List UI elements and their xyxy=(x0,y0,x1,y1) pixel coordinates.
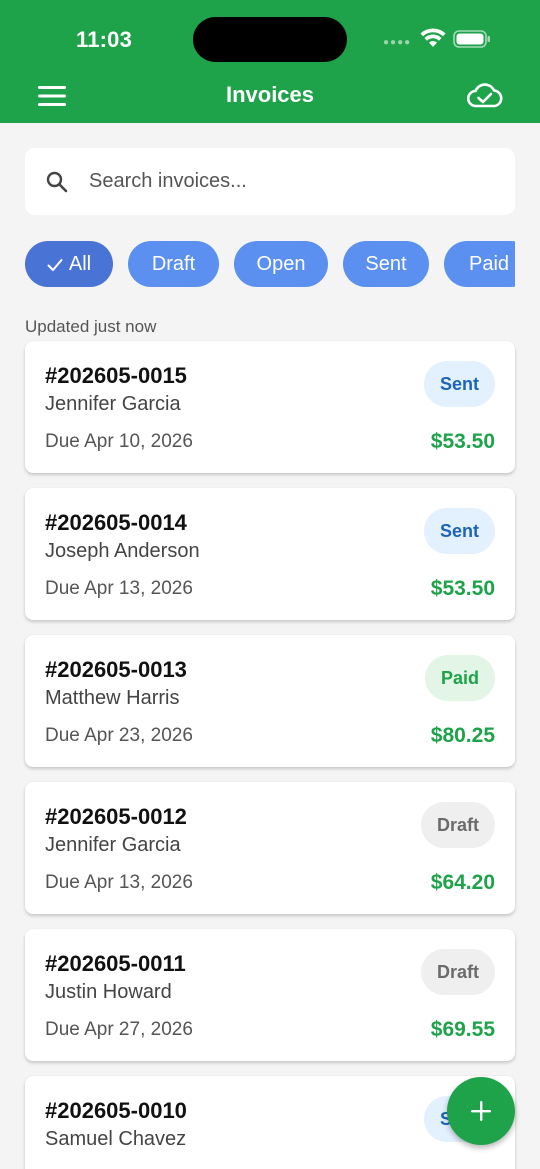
due-date: Due Apr 23, 2026 xyxy=(45,725,193,746)
filter-chip-all[interactable]: All xyxy=(25,241,113,287)
customer-name: Matthew Harris xyxy=(45,687,180,709)
invoice-number: #202605-0012 xyxy=(45,804,187,829)
customer-name: Joseph Anderson xyxy=(45,540,200,562)
due-date: Due Apr 10, 2026 xyxy=(45,431,193,452)
due-date: Due Apr 13, 2026 xyxy=(45,578,193,599)
status-badge: Sent xyxy=(423,508,495,554)
filter-chip-label: Paid xyxy=(468,253,510,275)
add-invoice-button[interactable] xyxy=(447,1077,515,1145)
search-icon xyxy=(46,171,68,193)
status-filter-chips: All Draft Open Sent Paid xyxy=(25,241,515,287)
status-badge: Paid xyxy=(424,655,495,701)
customer-name: Samuel Chavez xyxy=(45,1128,187,1150)
invoice-card[interactable]: #202605-0015 Jennifer Garcia Due Apr 10,… xyxy=(25,341,515,473)
invoice-number: #202605-0010 xyxy=(45,1098,187,1123)
filter-chip-label: Draft xyxy=(151,253,196,275)
wifi-icon xyxy=(420,28,446,47)
search-input[interactable] xyxy=(89,148,499,215)
invoice-amount: $69.55 xyxy=(430,1018,495,1041)
cloud-check-icon xyxy=(466,83,503,108)
customer-name: Justin Howard xyxy=(45,981,172,1003)
invoice-amount: $53.50 xyxy=(430,430,495,453)
app-header: 11:03 ●●●● Invoices xyxy=(0,0,540,123)
due-date: Due Apr 13, 2026 xyxy=(45,872,193,893)
invoice-amount: $80.25 xyxy=(430,724,495,747)
filter-chip-sent[interactable]: Sent xyxy=(343,241,429,287)
invoice-card[interactable]: #202605-0012 Jennifer Garcia Due Apr 13,… xyxy=(25,782,515,914)
customer-name: Jennifer Garcia xyxy=(45,834,181,856)
invoice-number: #202605-0013 xyxy=(45,657,187,682)
battery-icon xyxy=(453,30,490,48)
customer-name: Jennifer Garcia xyxy=(45,393,181,415)
due-date: Due Apr 27, 2026 xyxy=(45,1019,193,1040)
invoice-card[interactable]: #202605-0011 Justin Howard Due Apr 27, 2… xyxy=(25,929,515,1061)
invoice-amount: $53.50 xyxy=(430,577,495,600)
filter-chip-label: Sent xyxy=(365,253,407,275)
status-badge: Sent xyxy=(423,361,495,407)
page-title: Invoices xyxy=(225,82,315,107)
search-bar xyxy=(25,148,515,215)
last-updated-label: Updated just now xyxy=(25,317,157,336)
status-indicators: ●●●● xyxy=(383,26,493,52)
status-badge: Draft xyxy=(420,949,495,995)
filter-chip-label: All xyxy=(68,253,92,275)
filter-chip-label: Open xyxy=(256,253,306,275)
invoice-number: #202605-0015 xyxy=(45,363,187,388)
sync-button[interactable] xyxy=(466,82,504,110)
invoice-number: #202605-0014 xyxy=(45,510,187,535)
check-icon xyxy=(47,258,63,271)
invoice-amount: $64.20 xyxy=(430,871,495,894)
filter-chip-draft[interactable]: Draft xyxy=(128,241,219,287)
filter-chip-paid[interactable]: Paid xyxy=(444,241,515,287)
dynamic-island xyxy=(193,17,347,62)
plus-icon xyxy=(471,1101,491,1121)
status-time: 11:03 xyxy=(76,27,133,52)
invoice-card[interactable]: #202605-0014 Joseph Anderson Due Apr 13,… xyxy=(25,488,515,620)
invoice-number: #202605-0011 xyxy=(45,951,186,976)
invoice-card[interactable]: #202605-0013 Matthew Harris Due Apr 23, … xyxy=(25,635,515,767)
cellular-signal-icon: ●●●● xyxy=(383,37,412,48)
invoice-card[interactable]: #202605-0010 Samuel Chavez Sent xyxy=(25,1076,515,1169)
status-badge: Draft xyxy=(420,802,495,848)
filter-chip-open[interactable]: Open xyxy=(234,241,328,287)
